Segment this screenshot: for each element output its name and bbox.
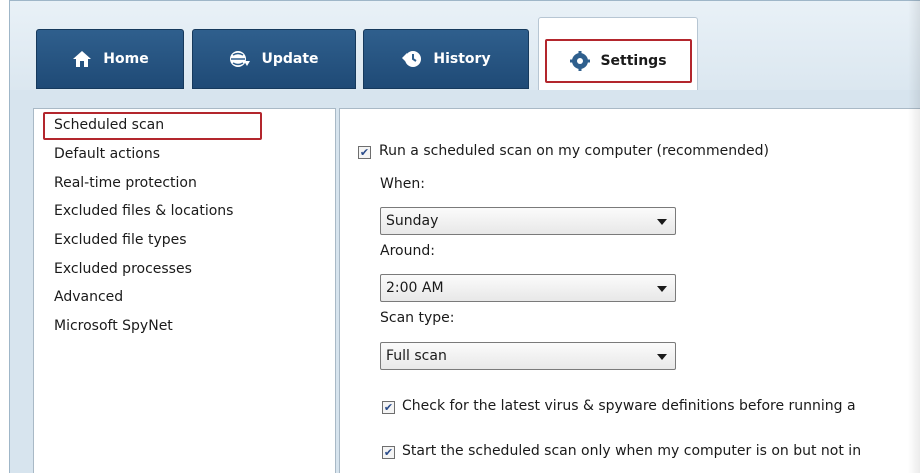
tab-home-label: Home bbox=[103, 51, 149, 67]
tab-settings-label: Settings bbox=[600, 52, 667, 69]
when-label: When: bbox=[380, 176, 425, 192]
settings-content: Scheduled scan Default actions Real-time… bbox=[9, 90, 920, 473]
sidebar-item-excluded-files[interactable]: Excluded files & locations bbox=[54, 203, 233, 219]
app-window: Home Update History Settings Scheduled s… bbox=[0, 0, 920, 473]
gear-icon bbox=[569, 50, 591, 72]
window-shadow bbox=[908, 0, 920, 473]
sidebar-item-excluded-file-types[interactable]: Excluded file types bbox=[54, 232, 187, 248]
check-definitions-label: Check for the latest virus & spyware def… bbox=[402, 398, 856, 414]
scan-type-value: Full scan bbox=[386, 348, 447, 364]
tab-bar: Home Update History Settings bbox=[9, 0, 920, 91]
settings-sidebar: Scheduled scan Default actions Real-time… bbox=[33, 108, 336, 473]
sidebar-item-scheduled-scan[interactable]: Scheduled scan bbox=[54, 117, 164, 133]
tab-history[interactable]: History bbox=[363, 29, 529, 89]
history-icon bbox=[401, 48, 423, 70]
tab-update[interactable]: Update bbox=[192, 29, 356, 89]
chevron-down-icon bbox=[657, 219, 667, 225]
sidebar-item-advanced[interactable]: Advanced bbox=[54, 289, 123, 305]
start-only-idle-checkbox[interactable]: ✔ bbox=[382, 446, 395, 459]
tab-history-label: History bbox=[433, 51, 491, 67]
around-label: Around: bbox=[380, 243, 435, 259]
sidebar-item-real-time-protection[interactable]: Real-time protection bbox=[54, 175, 197, 191]
around-value: 2:00 AM bbox=[386, 280, 444, 296]
chevron-down-icon bbox=[657, 354, 667, 360]
scan-type-label: Scan type: bbox=[380, 310, 455, 326]
run-scheduled-scan-checkbox[interactable]: ✔ bbox=[358, 146, 371, 159]
check-definitions-checkbox[interactable]: ✔ bbox=[382, 401, 395, 414]
globe-update-icon bbox=[229, 48, 251, 70]
when-select[interactable]: Sunday bbox=[380, 207, 676, 235]
tab-update-label: Update bbox=[261, 51, 319, 67]
scan-type-select[interactable]: Full scan bbox=[380, 342, 676, 370]
sidebar-item-microsoft-spynet[interactable]: Microsoft SpyNet bbox=[54, 318, 173, 334]
scheduled-scan-panel: ✔ Run a scheduled scan on my computer (r… bbox=[339, 108, 920, 473]
chevron-down-icon bbox=[657, 286, 667, 292]
start-only-idle-label: Start the scheduled scan only when my co… bbox=[402, 443, 862, 459]
tab-settings[interactable]: Settings bbox=[538, 17, 698, 91]
home-icon bbox=[71, 48, 93, 70]
sidebar-item-excluded-processes[interactable]: Excluded processes bbox=[54, 261, 192, 277]
run-scheduled-scan-label: Run a scheduled scan on my computer (rec… bbox=[379, 143, 769, 159]
around-select[interactable]: 2:00 AM bbox=[380, 274, 676, 302]
tab-home[interactable]: Home bbox=[36, 29, 184, 89]
sidebar-item-default-actions[interactable]: Default actions bbox=[54, 146, 160, 162]
when-value: Sunday bbox=[386, 213, 439, 229]
